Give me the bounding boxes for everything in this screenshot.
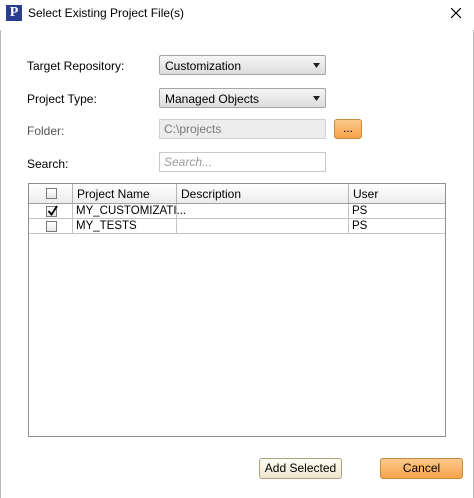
folder-input [160, 120, 325, 138]
row-select-cell[interactable] [29, 219, 73, 233]
user-cell: PS [349, 204, 445, 218]
add-selected-button[interactable]: Add Selected [259, 458, 342, 479]
chevron-down-icon [313, 96, 320, 101]
project-name: MY_CUSTOMIZATI... [76, 205, 187, 217]
chevron-down-icon [313, 63, 320, 68]
close-button[interactable] [444, 2, 468, 24]
search-field[interactable] [159, 152, 326, 172]
column-header-description[interactable]: Description [177, 184, 349, 203]
description-cell [177, 219, 349, 233]
table-row[interactable]: MY_TESTS PS [29, 219, 445, 234]
table-row[interactable]: MY_CUSTOMIZATI... PS [29, 204, 445, 219]
app-logo-icon: P [6, 5, 22, 21]
row-select-cell[interactable] [29, 204, 73, 218]
column-header-label: Project Name [77, 187, 150, 201]
close-icon [451, 8, 461, 18]
user-cell: PS [349, 219, 445, 233]
project-type-label: Project Type: [27, 92, 97, 106]
user: PS [352, 220, 368, 232]
description-cell [177, 204, 349, 218]
project-table[interactable]: Project Name Description User MY_CUSTOMI… [28, 183, 446, 437]
column-header-label: User [353, 187, 379, 201]
column-header-label: Description [181, 187, 242, 201]
user: PS [352, 205, 368, 217]
window-border-left [0, 30, 1, 498]
target-repository-select[interactable]: Customization [159, 55, 326, 75]
folder-label: Folder: [27, 124, 65, 138]
window-title: Select Existing Project File(s) [28, 6, 185, 20]
row-checkbox[interactable] [46, 205, 58, 217]
project-name-cell: MY_TESTS [73, 219, 177, 233]
search-label: Search: [27, 157, 69, 171]
select-all-header[interactable] [29, 184, 73, 203]
title-bar: P Select Existing Project File(s) [0, 0, 474, 30]
column-header-user[interactable]: User [349, 184, 445, 203]
browse-folder-button[interactable]: ... [334, 119, 362, 139]
target-repository-value: Customization [165, 59, 242, 73]
project-type-select[interactable]: Managed Objects [159, 88, 326, 108]
cancel-button[interactable]: Cancel [380, 458, 463, 479]
column-header-project-name[interactable]: Project Name [73, 184, 177, 203]
target-repository-label: Target Repository: [27, 59, 125, 73]
row-checkbox[interactable] [46, 221, 57, 232]
select-all-checkbox[interactable] [46, 188, 57, 199]
project-name: MY_TESTS [76, 220, 137, 232]
checkmark-icon [47, 205, 58, 217]
folder-field [159, 119, 326, 139]
table-header: Project Name Description User [29, 184, 445, 204]
project-name-cell: MY_CUSTOMIZATI... [73, 204, 186, 218]
project-type-value: Managed Objects [165, 92, 260, 106]
search-input[interactable] [160, 153, 325, 171]
